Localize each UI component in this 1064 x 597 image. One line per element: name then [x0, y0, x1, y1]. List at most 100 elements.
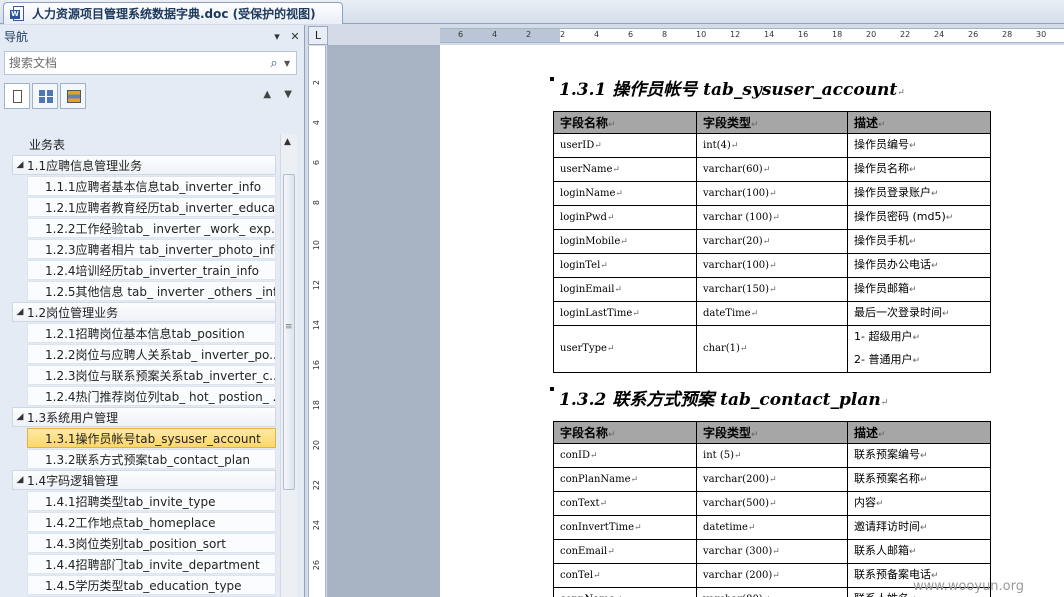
cell-text: loginPwd↵: [560, 211, 615, 223]
field-name-cell: conPlanName↵: [553, 467, 697, 493]
nav-heading-level2[interactable]: 1.2.5其他信息 tab_ inverter _others _info: [27, 281, 276, 301]
scroll-up-arrow-icon[interactable]: ▲: [284, 137, 291, 147]
nav-heading-level1[interactable]: ◢ 1.2岗位管理业务: [12, 302, 276, 322]
cell-text: 邀请拜访时间↵: [854, 520, 928, 534]
nav-heading-level2[interactable]: 1.4.3岗位类别tab_position_sort: [27, 533, 276, 553]
cell-text: varchar(60)↵: [703, 163, 771, 175]
pane-options-dropdown-icon[interactable]: ▾: [268, 30, 286, 43]
nav-heading-level2[interactable]: 1.4.2工作地点tab_homeplace: [27, 512, 276, 532]
field-name-cell: connName↵: [553, 587, 697, 597]
tab-pages-view[interactable]: [32, 83, 58, 109]
nav-heading-level1[interactable]: ◢ 1.3系统用户管理: [12, 407, 276, 427]
field-type-cell: char(1)↵: [696, 325, 848, 374]
tab-headings-view[interactable]: [4, 83, 30, 109]
headings-page-icon: [13, 90, 22, 103]
vertical-ruler[interactable]: 2 4 6 8 10 12 14 16 18 20 22 24 26: [308, 46, 326, 597]
tab-results-view[interactable]: [60, 83, 86, 109]
column-header-text: 字段类型: [703, 116, 752, 131]
data-dictionary-table: 字段名称↵ 字段类型↵ 描述↵ conID↵ int (5)↵ 联系预案编号↵ conPla…: [553, 420, 991, 597]
scrollbar-thumb[interactable]: [283, 174, 295, 490]
nav-heading-level2[interactable]: 1.2.4热门推荐岗位列tab_ hot_ postion_ ...: [27, 386, 276, 406]
document-title: 人力资源项目管理系统数据字典.doc (受保护的视图): [32, 7, 316, 21]
nav-heading-level2[interactable]: 1.4.5学历类型tab_education_type: [27, 575, 276, 595]
close-pane-icon[interactable]: ✕: [286, 30, 304, 43]
horizontal-ruler[interactable]: 6 4 2 2 4 6 8 10 12 14 16 18 20 22 24 26 28 30: [440, 28, 1064, 43]
next-heading-arrow-icon[interactable]: ▼: [284, 89, 292, 100]
search-results-icon: [67, 90, 81, 103]
nav-heading-level2[interactable]: 1.4.4招聘部门tab_invite_department: [27, 554, 276, 574]
nav-heading-text: 1.2.5其他信息 tab_ inverter _others _info: [45, 284, 276, 299]
ruler-tick-label: 28: [1002, 30, 1013, 39]
nav-heading-level2[interactable]: 1.3.2联系方式预案tab_contact_plan: [27, 449, 276, 469]
ruler-tick-label: 26: [968, 30, 979, 39]
ruler-tick-label: 6: [628, 30, 634, 39]
search-options-chevron-down-icon[interactable]: ▼: [284, 59, 296, 68]
nav-heading-level2[interactable]: 1.2.2工作经验tab_ inverter _work_ exp...: [27, 218, 276, 238]
cell-text: 操作员密码 (md5)↵: [854, 210, 954, 224]
field-type-cell: varchar(60)↵: [696, 157, 848, 183]
field-type-cell: varchar(200)↵: [696, 467, 848, 493]
document-tab[interactable]: W 人力资源项目管理系统数据字典.doc (受保护的视图): [3, 2, 343, 24]
search-document-input[interactable]: [5, 53, 264, 73]
nav-heading-text: 1.4.5学历类型tab_education_type: [45, 578, 242, 593]
table-row: loginEmail↵ varchar(150)↵ 操作员邮箱↵: [553, 277, 991, 303]
ruler-tick-label: 10: [696, 30, 707, 39]
paragraph-mark: ↵: [608, 120, 616, 131]
cell-text: userType↵: [560, 343, 615, 355]
search-icon[interactable]: ⌕: [264, 56, 284, 71]
nav-heading-level2[interactable]: 1.2.3岗位与联系预案关系tab_inverter_c...: [27, 365, 276, 385]
ruler-tick-label: 4: [492, 30, 498, 39]
nav-heading-text: 1.2.1招聘岗位基本信息tab_position: [45, 326, 245, 341]
collapse-triangle-icon[interactable]: ◢: [13, 160, 27, 170]
nav-heading-label[interactable]: 业务表: [27, 134, 276, 154]
nav-heading-text: 1.2岗位管理业务: [27, 305, 119, 320]
column-header-text: 描述: [854, 426, 879, 441]
nav-scrollbar[interactable]: ▲ ≡: [280, 134, 297, 597]
nav-heading-text: 1.2.4培训经历tab_inverter_train_info: [45, 263, 260, 278]
cell-text: loginName↵: [560, 187, 623, 199]
paragraph-mark: ↵: [878, 120, 886, 131]
nav-heading-level2[interactable]: 1.4.1招聘类型tab_invite_type: [27, 491, 276, 511]
field-type-cell: varchar(150)↵: [696, 277, 848, 303]
collapse-triangle-icon[interactable]: ◢: [13, 307, 27, 317]
cell-text: varchar(80)↵: [703, 589, 841, 597]
ruler-tick-label: 8: [662, 30, 668, 39]
ruler-tick-label: 2: [312, 80, 321, 86]
ruler-tick-label: 14: [764, 30, 775, 39]
cell-text: 1- 超级用户↵: [854, 330, 921, 344]
navigation-pane-title: 导航: [4, 29, 29, 44]
column-header: 字段名称↵: [553, 420, 697, 445]
nav-heading-level2[interactable]: 1.2.3应聘者相片 tab_inverter_photo_info: [27, 239, 276, 259]
nav-heading-level2[interactable]: 1.2.1应聘者教育经历tab_inverter_educa...: [27, 197, 276, 217]
document-page[interactable]: 1.3.1 操作员帐号 tab_sysuser_account↵ 字段名称↵ 字段类…: [440, 45, 1064, 597]
nav-heading-level1[interactable]: ◢ 1.4字码逻辑管理: [12, 470, 276, 490]
nav-heading-level2[interactable]: 1.2.1招聘岗位基本信息tab_position: [27, 323, 276, 343]
nav-heading-level2[interactable]: 1.2.2岗位与应聘人关系tab_ inverter_po...: [27, 344, 276, 364]
ruler-tick-label: 18: [312, 400, 321, 411]
nav-heading-level2[interactable]: 1.1.1应聘者基本信息tab_inverter_info: [27, 176, 276, 196]
nav-heading-level2[interactable]: 1.3.1操作员帐号tab_sysuser_account: [27, 428, 276, 448]
field-name-cell: conTel↵: [553, 563, 697, 589]
collapse-triangle-icon[interactable]: ◢: [13, 475, 27, 485]
column-header: 字段名称↵: [553, 110, 697, 135]
section-heading: 1.3.1 操作员帐号 tab_sysuser_account↵: [550, 75, 905, 100]
previous-heading-arrow-icon[interactable]: ▲: [263, 89, 271, 100]
nav-heading-text: 1.4.4招聘部门tab_invite_department: [45, 557, 260, 572]
field-name-cell: userName↵: [553, 157, 697, 183]
table-row: loginName↵ varchar(100)↵ 操作员登录账户↵: [553, 181, 991, 207]
cell-text: userID↵: [560, 139, 602, 151]
table-row: loginLastTime↵ dateTime↵ 最后一次登录时间↵: [553, 301, 991, 327]
ruler-tick-label: 10: [312, 240, 321, 251]
paragraph-mark: ↵: [880, 398, 889, 408]
nav-heading-level2[interactable]: 1.2.4培训经历tab_inverter_train_info: [27, 260, 276, 280]
column-header-text: 字段名称: [560, 426, 609, 441]
tab-selector[interactable]: L: [308, 26, 328, 45]
cell-text: varchar (100)↵: [703, 211, 780, 223]
collapse-triangle-icon[interactable]: ◢: [13, 412, 27, 422]
field-type-cell: int(4)↵: [696, 133, 848, 159]
cell-text: varchar (200)↵: [703, 569, 780, 581]
cell-text: conPlanName↵: [560, 473, 639, 485]
cell-text: 操作员名称↵: [854, 162, 917, 176]
cell-text: loginMobile↵: [560, 235, 628, 247]
nav-heading-level1[interactable]: ◢ 1.1应聘信息管理业务: [12, 155, 276, 175]
